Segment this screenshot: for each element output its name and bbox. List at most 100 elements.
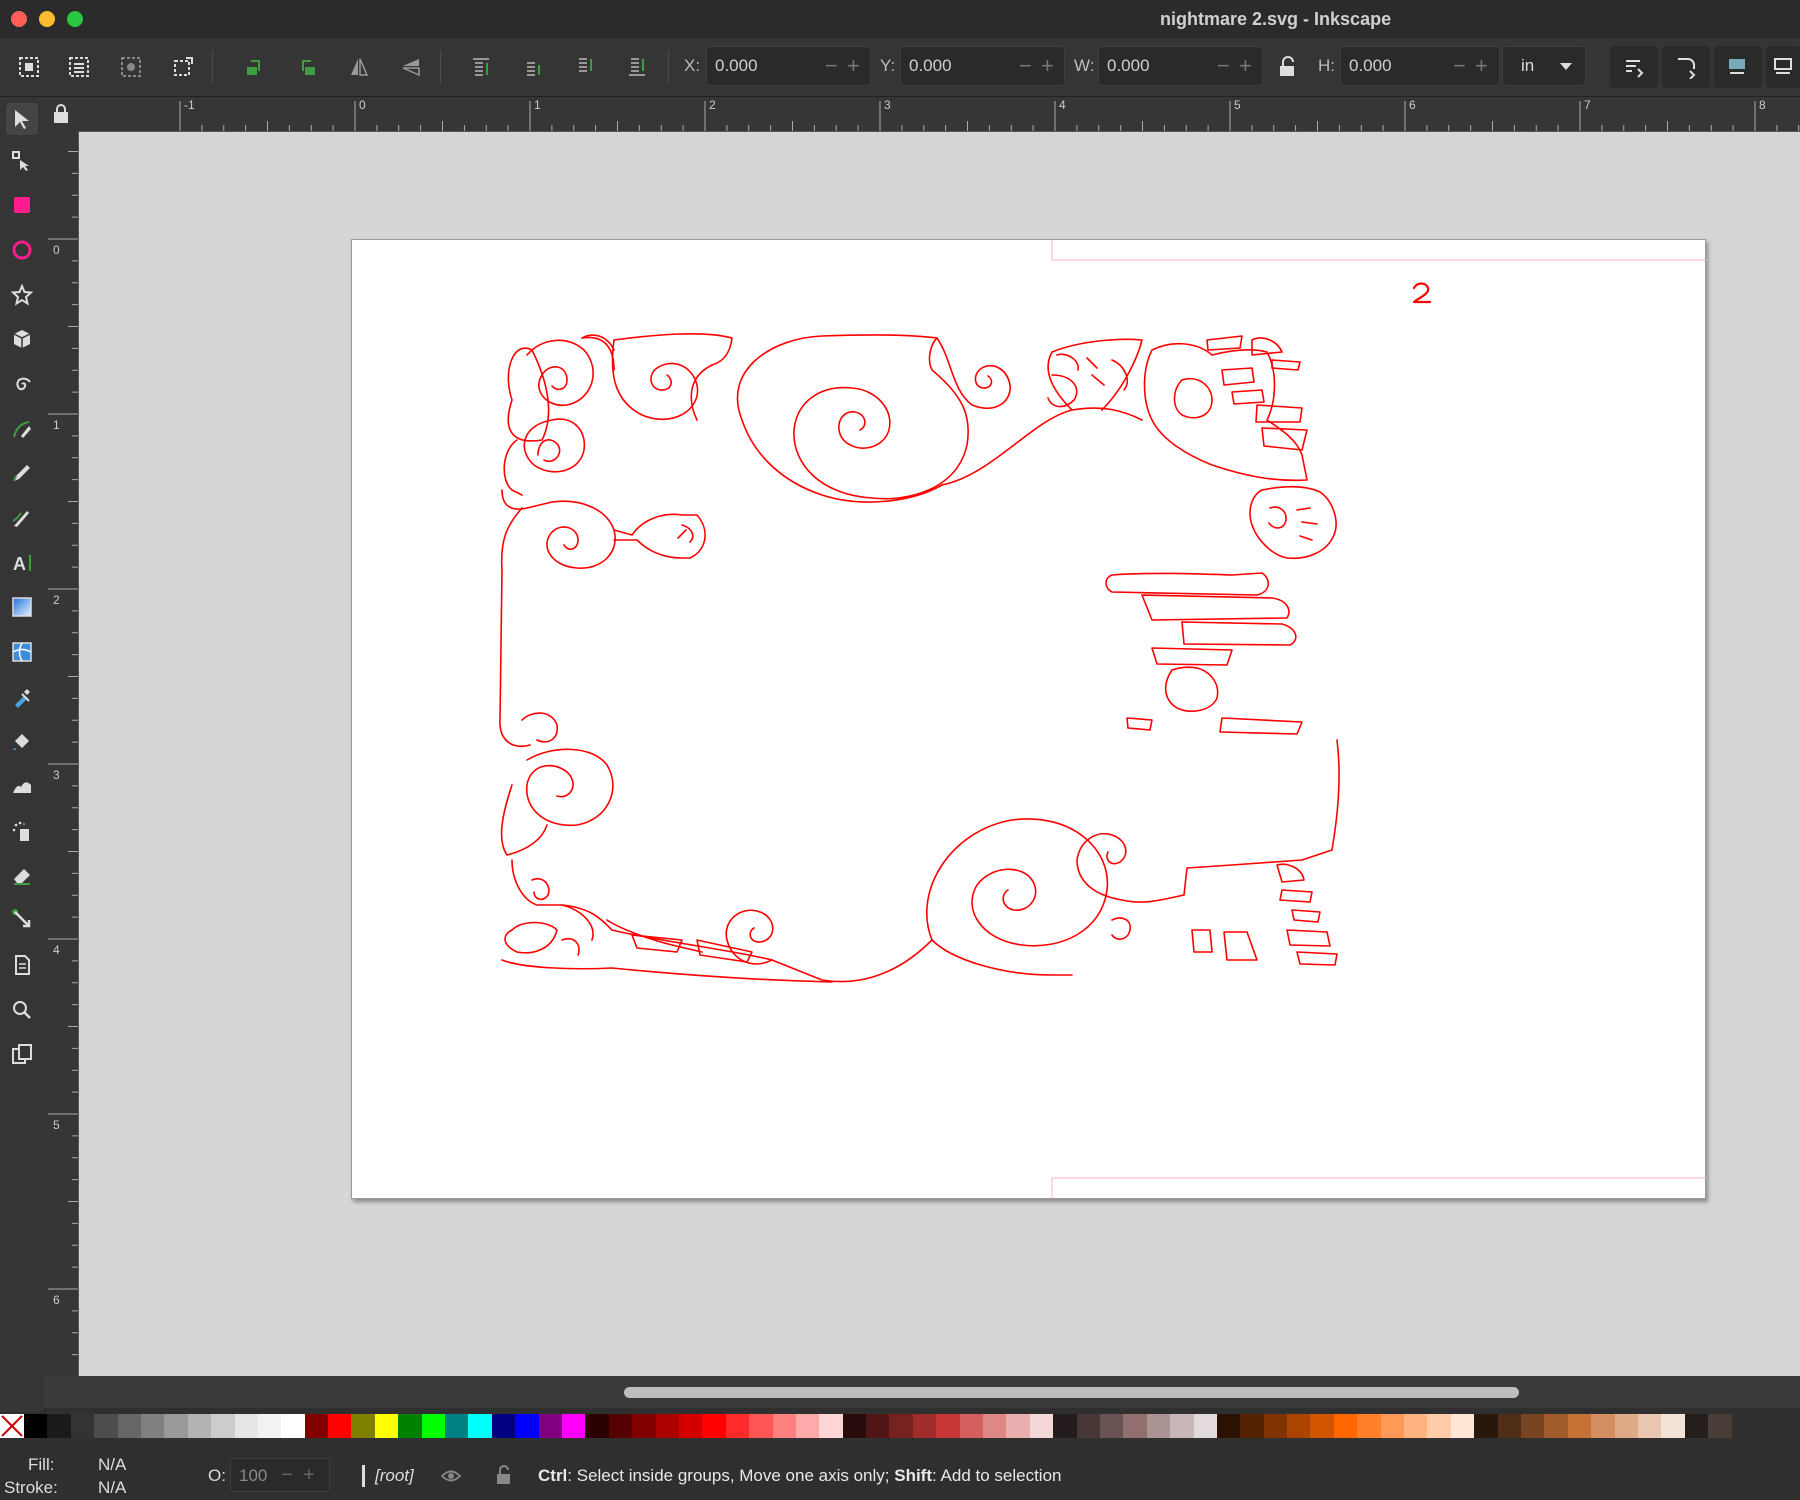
selector-tool-icon[interactable]: [6, 103, 38, 135]
lock-guides-icon[interactable]: [51, 103, 71, 125]
palette-swatch[interactable]: [445, 1414, 469, 1438]
palette-swatch[interactable]: [538, 1414, 562, 1438]
bezier-pen-tool-icon[interactable]: [6, 413, 38, 445]
h-field[interactable]: − +: [1340, 46, 1500, 86]
palette-swatch[interactable]: [1146, 1414, 1171, 1438]
palette-swatch[interactable]: [1076, 1414, 1100, 1438]
y-minus-icon[interactable]: −: [1019, 55, 1032, 77]
opacity-field[interactable]: 100 − +: [230, 1458, 330, 1492]
gradient-tool-icon[interactable]: [6, 591, 38, 623]
palette-swatch[interactable]: [772, 1414, 796, 1438]
scale-corners-button[interactable]: [1662, 46, 1710, 88]
w-field[interactable]: − +: [1098, 46, 1263, 86]
lock-ratio-icon[interactable]: [1273, 52, 1303, 82]
connector-tool-icon[interactable]: [6, 903, 38, 935]
minimize-window-button[interactable]: [39, 11, 55, 27]
palette-swatch[interactable]: [257, 1414, 282, 1438]
palette-swatch[interactable]: [842, 1414, 867, 1438]
transform-handles-icon[interactable]: [168, 52, 198, 82]
rotate-ccw-icon[interactable]: [240, 52, 270, 82]
palette-swatch[interactable]: [117, 1414, 141, 1438]
canvas[interactable]: [79, 132, 1800, 1376]
x-plus-icon[interactable]: +: [847, 55, 860, 77]
eraser-tool-icon[interactable]: [6, 859, 38, 891]
page[interactable]: [351, 239, 1708, 1199]
palette-swatch[interactable]: [1123, 1414, 1147, 1438]
vertical-ruler[interactable]: 0 1 2 3 4 5 6: [44, 131, 79, 1381]
palette-swatch[interactable]: [1357, 1414, 1381, 1438]
horizontal-ruler[interactable]: -1 0 1 2 3 4 5 6 7 8: [78, 97, 1800, 132]
palette-swatch[interactable]: [1310, 1414, 1334, 1438]
palette-swatch[interactable]: [608, 1414, 633, 1438]
flip-vertical-icon[interactable]: [396, 52, 426, 82]
palette-swatch[interactable]: [374, 1414, 399, 1438]
text-tool-icon[interactable]: A: [6, 547, 38, 579]
box3d-tool-icon[interactable]: [6, 323, 38, 355]
palette-swatch[interactable]: [889, 1414, 913, 1438]
palette-swatch[interactable]: [632, 1414, 656, 1438]
palette-swatch[interactable]: [749, 1414, 773, 1438]
palette-swatch[interactable]: [866, 1414, 890, 1438]
move-patterns-button[interactable]: [1766, 46, 1800, 88]
palette-swatch[interactable]: [983, 1414, 1007, 1438]
y-field[interactable]: − +: [900, 46, 1065, 86]
close-window-button[interactable]: [11, 11, 27, 27]
move-gradients-button[interactable]: [1714, 46, 1762, 88]
rotate-cw-icon[interactable]: [292, 52, 322, 82]
select-all-icon[interactable]: [14, 52, 44, 82]
stroke-value[interactable]: N/A: [98, 1478, 126, 1498]
palette-swatch[interactable]: [1684, 1414, 1709, 1438]
rectangle-tool-icon[interactable]: [6, 189, 38, 221]
flip-horizontal-icon[interactable]: [344, 52, 374, 82]
pencil-tool-icon[interactable]: [6, 457, 38, 489]
x-field[interactable]: − +: [706, 46, 871, 86]
palette-swatch[interactable]: [1567, 1414, 1592, 1438]
h-minus-icon[interactable]: −: [1453, 55, 1466, 77]
palette-swatch[interactable]: [1544, 1414, 1568, 1438]
palette-swatch[interactable]: [1450, 1414, 1475, 1438]
ellipse-tool-icon[interactable]: [6, 234, 38, 266]
palette-swatch[interactable]: [912, 1414, 937, 1438]
y-plus-icon[interactable]: +: [1041, 55, 1054, 77]
palette-swatch[interactable]: [421, 1414, 446, 1438]
palette-swatch[interactable]: [94, 1414, 118, 1438]
palette-swatch[interactable]: [24, 1414, 48, 1438]
palette-swatch[interactable]: [515, 1414, 539, 1438]
palette-swatch[interactable]: [328, 1414, 352, 1438]
h-input[interactable]: [1347, 55, 1446, 77]
palette-swatch[interactable]: [655, 1414, 679, 1438]
node-tool-icon[interactable]: [6, 145, 38, 177]
lower-icon[interactable]: [570, 52, 600, 82]
h-plus-icon[interactable]: +: [1475, 55, 1488, 77]
tweak-tool-icon[interactable]: [6, 770, 38, 802]
palette-swatch[interactable]: [1006, 1414, 1030, 1438]
palette-swatch[interactable]: [1614, 1414, 1638, 1438]
y-input[interactable]: [907, 55, 1006, 77]
horizontal-scrollbar[interactable]: [624, 1387, 1519, 1398]
palette-swatch[interactable]: [281, 1414, 305, 1438]
opacity-plus-icon[interactable]: +: [303, 1464, 315, 1487]
palette-swatch[interactable]: [795, 1414, 820, 1438]
pages-tool-icon[interactable]: [6, 949, 38, 981]
palette-swatch[interactable]: [351, 1414, 375, 1438]
raise-icon[interactable]: [518, 52, 548, 82]
fill-value[interactable]: N/A: [98, 1455, 126, 1475]
palette-swatch[interactable]: [1240, 1414, 1264, 1438]
spiral-tool-icon[interactable]: [6, 368, 38, 400]
palette-swatch[interactable]: [398, 1414, 422, 1438]
x-input[interactable]: [713, 55, 812, 77]
palette-swatch[interactable]: [1333, 1414, 1358, 1438]
calligraphy-tool-icon[interactable]: [6, 502, 38, 534]
unit-select[interactable]: in: [1502, 46, 1586, 86]
palette-swatch[interactable]: [725, 1414, 750, 1438]
palette-swatch[interactable]: [1029, 1414, 1054, 1438]
zoom-tool-icon[interactable]: [6, 994, 38, 1026]
deselect-icon[interactable]: [116, 52, 146, 82]
w-minus-icon[interactable]: −: [1217, 55, 1230, 77]
spray-tool-icon[interactable]: [6, 815, 38, 847]
palette-swatch[interactable]: [1708, 1414, 1732, 1438]
palette-swatch[interactable]: [70, 1414, 95, 1438]
palette-swatch[interactable]: [304, 1414, 329, 1438]
palette-swatch[interactable]: [187, 1414, 212, 1438]
palette-swatch[interactable]: [1427, 1414, 1451, 1438]
